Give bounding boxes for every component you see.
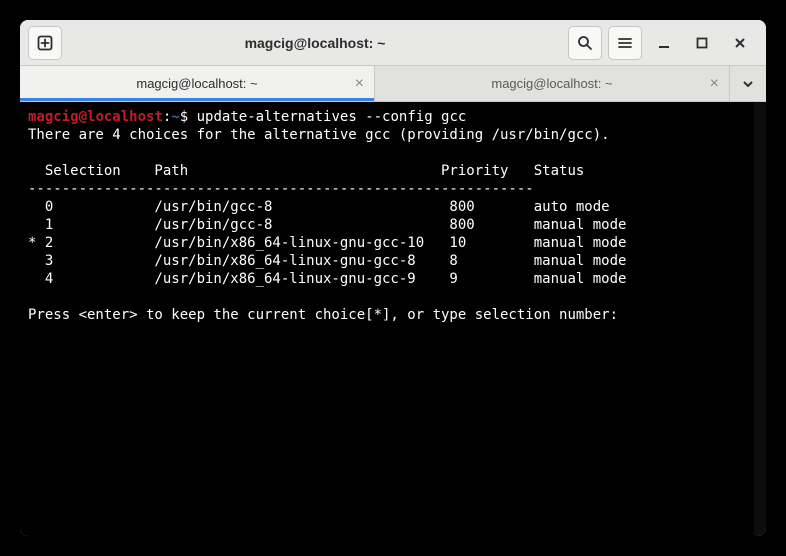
prompt-at: @ [79, 109, 87, 125]
tab-overflow-button[interactable] [730, 66, 766, 101]
plus-box-icon [37, 35, 53, 51]
minimize-icon [657, 36, 671, 50]
tab-close-button[interactable]: × [710, 75, 719, 93]
chevron-down-icon [742, 78, 754, 90]
tab-2[interactable]: magcig@localhost: ~ × [375, 66, 730, 101]
window-controls [648, 33, 758, 53]
close-button[interactable] [730, 33, 750, 53]
minimize-button[interactable] [654, 33, 674, 53]
table-header: Selection Path Priority Status [28, 163, 584, 179]
tab-label: magcig@localhost: ~ [491, 76, 612, 91]
close-icon [733, 36, 747, 50]
new-tab-button[interactable] [28, 26, 62, 60]
table-row: 4 /usr/bin/x86_64-linux-gnu-gcc-9 9 manu… [28, 271, 626, 287]
prompt-line: Press <enter> to keep the current choice… [28, 307, 618, 323]
tab-bar: magcig@localhost: ~ × magcig@localhost: … [20, 66, 766, 102]
tab-close-button[interactable]: × [355, 75, 364, 93]
search-icon [577, 35, 593, 51]
titlebar: magcig@localhost: ~ [20, 20, 766, 66]
prompt-symbol: $ [180, 109, 188, 125]
table-row: 0 /usr/bin/gcc-8 800 auto mode [28, 199, 610, 215]
hamburger-icon [617, 35, 633, 51]
tab-1[interactable]: magcig@localhost: ~ × [20, 66, 375, 101]
prompt-host: localhost [87, 109, 163, 125]
table-row: 1 /usr/bin/gcc-8 800 manual mode [28, 217, 626, 233]
terminal-window: magcig@localhost: ~ [20, 20, 766, 536]
search-button[interactable] [568, 26, 602, 60]
prompt: magcig@localhost:~$ [28, 109, 188, 125]
table-separator: ----------------------------------------… [28, 181, 534, 197]
table-row: 3 /usr/bin/x86_64-linux-gnu-gcc-8 8 manu… [28, 253, 626, 269]
maximize-button[interactable] [692, 33, 712, 53]
output-intro: There are 4 choices for the alternative … [28, 127, 610, 143]
tab-label: magcig@localhost: ~ [136, 76, 257, 91]
prompt-user: magcig [28, 109, 79, 125]
maximize-icon [696, 37, 708, 49]
terminal-viewport[interactable]: magcig@localhost:~$ update-alternatives … [20, 102, 766, 536]
menu-button[interactable] [608, 26, 642, 60]
command-text: update-alternatives --config gcc [197, 109, 467, 125]
scrollbar[interactable] [754, 102, 766, 536]
prompt-path: ~ [171, 109, 179, 125]
window-title: magcig@localhost: ~ [68, 35, 562, 51]
table-row: * 2 /usr/bin/x86_64-linux-gnu-gcc-10 10 … [28, 235, 626, 251]
